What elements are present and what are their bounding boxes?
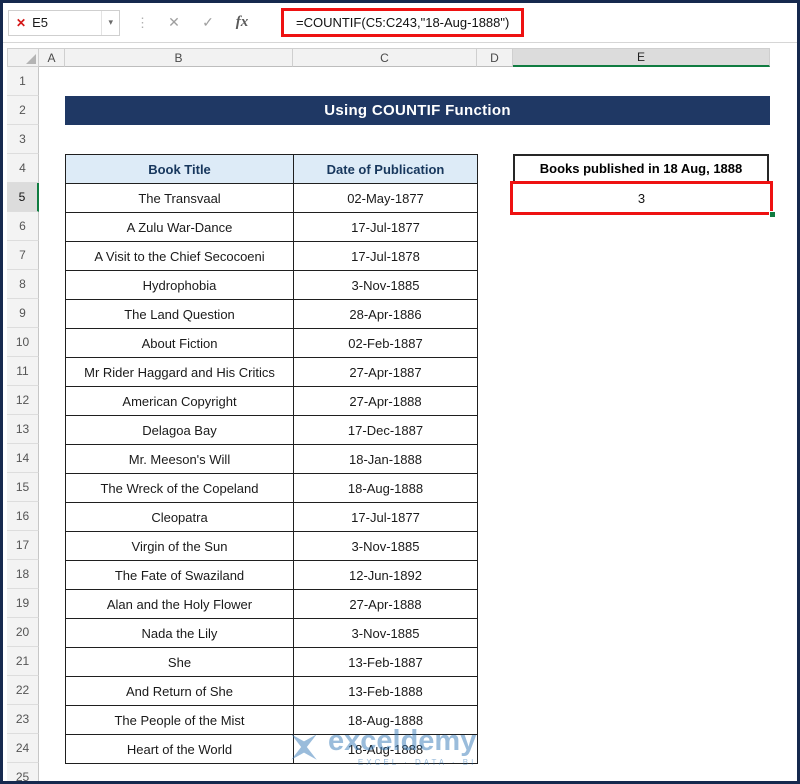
row-header-4[interactable]: 4 (7, 154, 39, 183)
cell-publication-date[interactable]: 18-Aug-1888 (294, 735, 478, 764)
cell-book-title[interactable]: Cleopatra (66, 503, 294, 532)
confirm-icon[interactable]: ✓ (199, 14, 217, 31)
formula-bar-region: ✕ E5 ▾ ⋮ ✕ ✓ fx =COUNTIF(C5:C243,"18-Aug… (3, 3, 797, 43)
cancel-icon[interactable]: ✕ (165, 14, 183, 31)
cell-book-title[interactable]: Heart of the World (66, 735, 294, 764)
row-header-6[interactable]: 6 (7, 212, 39, 241)
row-header-14[interactable]: 14 (7, 444, 39, 473)
insert-function-icon[interactable]: fx (233, 14, 251, 31)
row-header-17[interactable]: 17 (7, 531, 39, 560)
cell-book-title[interactable]: American Copyright (66, 387, 294, 416)
cell-publication-date[interactable]: 18-Jan-1888 (294, 445, 478, 474)
row-header-9[interactable]: 9 (7, 299, 39, 328)
fill-handle[interactable] (769, 211, 776, 218)
cell-publication-date[interactable]: 27-Apr-1888 (294, 387, 478, 416)
row-header-19[interactable]: 19 (7, 589, 39, 618)
row-header-3[interactable]: 3 (7, 125, 39, 154)
cell-publication-date[interactable]: 3-Nov-1885 (294, 619, 478, 648)
table-header-book-title[interactable]: Book Title (66, 155, 294, 184)
result-header-cell[interactable]: Books published in 18 Aug, 1888 (513, 154, 769, 183)
row-header-13[interactable]: 13 (7, 415, 39, 444)
row-header-20[interactable]: 20 (7, 618, 39, 647)
cell-publication-date[interactable]: 02-Feb-1887 (294, 329, 478, 358)
cell-publication-date[interactable]: 17-Jul-1877 (294, 213, 478, 242)
excel-window: ✕ E5 ▾ ⋮ ✕ ✓ fx =COUNTIF(C5:C243,"18-Aug… (0, 0, 800, 784)
row-header-23[interactable]: 23 (7, 705, 39, 734)
cell-book-title[interactable]: And Return of She (66, 677, 294, 706)
column-header-C[interactable]: C (293, 48, 477, 67)
cell-publication-date[interactable]: 18-Aug-1888 (294, 706, 478, 735)
cell-book-title[interactable]: Mr. Meeson's Will (66, 445, 294, 474)
row-header-18[interactable]: 18 (7, 560, 39, 589)
row-header-21[interactable]: 21 (7, 647, 39, 676)
cell-book-title[interactable]: The Transvaal (66, 184, 294, 213)
cell-publication-date[interactable]: 02-May-1877 (294, 184, 478, 213)
row-header-12[interactable]: 12 (7, 386, 39, 415)
row-header-11[interactable]: 11 (7, 357, 39, 386)
row-header-10[interactable]: 10 (7, 328, 39, 357)
cell-book-title[interactable]: About Fiction (66, 329, 294, 358)
namebox-splitter-icon: ⋮ (136, 15, 149, 31)
cell-book-title[interactable]: Alan and the Holy Flower (66, 590, 294, 619)
cell-book-title[interactable]: The Fate of Swaziland (66, 561, 294, 590)
row-header-24[interactable]: 24 (7, 734, 39, 763)
row-header-8[interactable]: 8 (7, 270, 39, 299)
chevron-down-icon[interactable]: ▾ (101, 11, 119, 35)
row-header-2[interactable]: 2 (7, 96, 39, 125)
cell-publication-date[interactable]: 17-Dec-1887 (294, 416, 478, 445)
result-value-cell[interactable]: 3 (510, 181, 773, 215)
table-header-publication-date[interactable]: Date of Publication (294, 155, 478, 184)
row-header-25[interactable]: 25 (7, 763, 39, 784)
cell-publication-date[interactable]: 27-Apr-1887 (294, 358, 478, 387)
row-header-7[interactable]: 7 (7, 241, 39, 270)
column-headers: ABCDE (3, 48, 797, 67)
cell-publication-date[interactable]: 28-Apr-1886 (294, 300, 478, 329)
cell-publication-date[interactable]: 3-Nov-1885 (294, 271, 478, 300)
cell-book-title[interactable]: Mr Rider Haggard and His Critics (66, 358, 294, 387)
cell-publication-date[interactable]: 13-Feb-1887 (294, 648, 478, 677)
row-header-5[interactable]: 5 (7, 183, 39, 212)
cell-book-title[interactable]: The Wreck of the Copeland (66, 474, 294, 503)
column-header-E[interactable]: E (513, 48, 770, 67)
cell-book-title[interactable]: Virgin of the Sun (66, 532, 294, 561)
row-header-1[interactable]: 1 (7, 67, 39, 96)
row-headers: 1234567891011121314151617181920212223242… (3, 3, 43, 781)
column-header-D[interactable]: D (477, 48, 513, 67)
cell-book-title[interactable]: The Land Question (66, 300, 294, 329)
column-header-B[interactable]: B (65, 48, 293, 67)
row-header-15[interactable]: 15 (7, 473, 39, 502)
cell-publication-date[interactable]: 13-Feb-1888 (294, 677, 478, 706)
cell-book-title[interactable]: Hydrophobia (66, 271, 294, 300)
cell-publication-date[interactable]: 27-Apr-1888 (294, 590, 478, 619)
cell-publication-date[interactable]: 17-Jul-1878 (294, 242, 478, 271)
cell-book-title[interactable]: A Visit to the Chief Secocoeni (66, 242, 294, 271)
cell-book-title[interactable]: She (66, 648, 294, 677)
cell-publication-date[interactable]: 3-Nov-1885 (294, 532, 478, 561)
cell-book-title[interactable]: Delagoa Bay (66, 416, 294, 445)
title-banner-cell[interactable]: Using COUNTIF Function (65, 96, 770, 125)
cell-book-title[interactable]: A Zulu War-Dance (66, 213, 294, 242)
cell-publication-date[interactable]: 12-Jun-1892 (294, 561, 478, 590)
cell-publication-date[interactable]: 18-Aug-1888 (294, 474, 478, 503)
cell-book-title[interactable]: Nada the Lily (66, 619, 294, 648)
formula-input[interactable]: =COUNTIF(C5:C243,"18-Aug-1888") (281, 8, 524, 37)
cell-book-title[interactable]: The People of the Mist (66, 706, 294, 735)
books-table: Book Title Date of Publication The Trans… (65, 154, 478, 764)
row-header-16[interactable]: 16 (7, 502, 39, 531)
row-header-22[interactable]: 22 (7, 676, 39, 705)
cell-publication-date[interactable]: 17-Jul-1877 (294, 503, 478, 532)
